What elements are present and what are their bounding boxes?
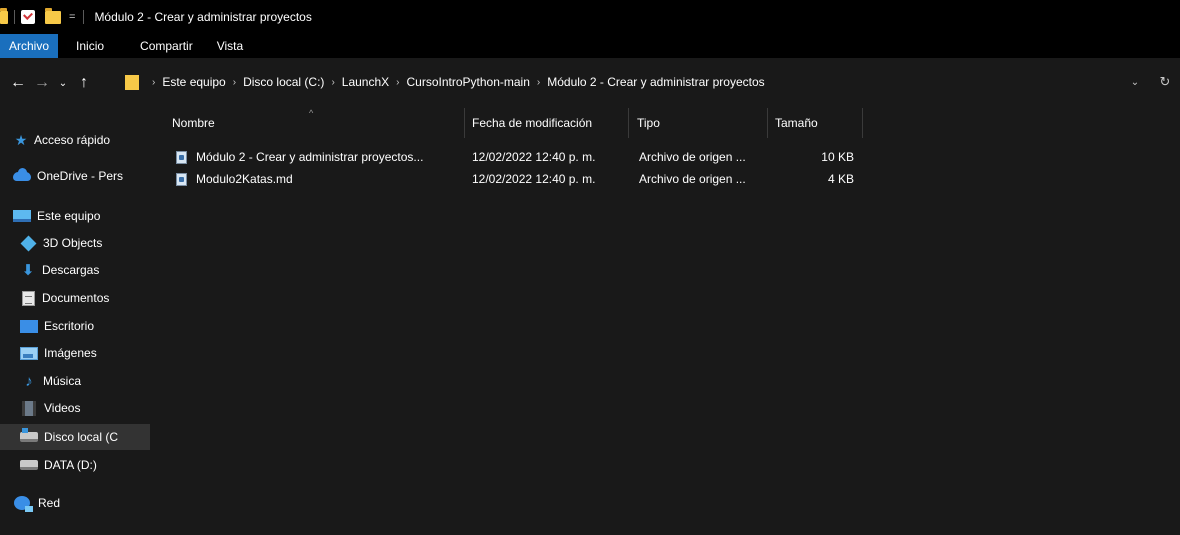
sidebar-item-label: Documentos	[42, 291, 110, 305]
sidebar-item-imagenes[interactable]: Imágenes	[0, 340, 150, 366]
document-icon	[22, 290, 35, 306]
file-modified: 12/02/2022 12:40 p. m.	[472, 172, 596, 186]
column-header-tamano[interactable]: Tamaño	[769, 108, 861, 138]
title-divider	[83, 10, 85, 24]
breadcrumb-launchx[interactable]: LaunchX	[342, 75, 389, 89]
sidebar-item-label: Acceso rápido	[34, 133, 111, 147]
address-bar[interactable]: › Este equipo › Disco local (C:) › Launc…	[125, 69, 1125, 95]
column-divider[interactable]	[464, 108, 465, 138]
sidebar-item-red[interactable]: Red	[0, 490, 150, 516]
sidebar-item-documentos[interactable]: Documentos	[0, 285, 150, 311]
sidebar-item-label: Música	[43, 374, 82, 388]
file-list-view: ^ Nombre Fecha de modificación Tipo Tama…	[150, 108, 1180, 535]
sidebar-item-label: DATA (D:)	[44, 458, 97, 472]
address-history-dropdown[interactable]: ⌄	[1120, 77, 1150, 88]
sidebar-item-data-d[interactable]: DATA (D:)	[0, 452, 150, 478]
table-row[interactable]: Módulo 2 - Crear y administrar proyectos…	[150, 146, 870, 168]
navigation-bar: ← → ⌄ ↑ › Este equipo › Disco local (C:)…	[0, 58, 1180, 108]
up-button[interactable]: ↑	[72, 68, 96, 98]
sidebar-item-videos[interactable]: Videos	[0, 395, 150, 421]
properties-check-icon[interactable]	[21, 10, 35, 24]
forward-button[interactable]: →	[30, 68, 54, 98]
file-name-cell: Módulo 2 - Crear y administrar proyectos…	[176, 146, 466, 168]
sidebar-item-3d-objects[interactable]: 3D Objects	[0, 230, 150, 256]
cube-icon	[20, 235, 37, 251]
refresh-icon[interactable]: ↻	[1150, 74, 1180, 90]
computer-icon	[13, 210, 31, 222]
column-header-nombre[interactable]: Nombre	[166, 108, 464, 138]
column-headers: ^ Nombre Fecha de modificación Tipo Tama…	[150, 108, 1180, 138]
breadcrumb-disco-local[interactable]: Disco local (C:)	[243, 75, 324, 89]
video-icon	[22, 400, 36, 416]
quick-access-dropdown[interactable]: =	[69, 11, 75, 23]
source-file-icon	[176, 150, 187, 164]
toolbar-divider	[14, 10, 15, 24]
network-icon	[14, 496, 33, 512]
drive-icon	[20, 428, 38, 442]
sidebar-item-musica[interactable]: ♪ Música	[0, 368, 150, 394]
breadcrumb-cursointropython[interactable]: CursoIntroPython-main	[407, 75, 530, 89]
table-row[interactable]: Modulo2Katas.md 12/02/2022 12:40 p. m. A…	[150, 168, 870, 190]
music-icon: ♪	[25, 372, 33, 390]
breadcrumb-separator[interactable]: ›	[396, 77, 399, 88]
sidebar-item-disco-local[interactable]: Disco local (C	[0, 424, 150, 450]
breadcrumb-separator[interactable]: ›	[537, 77, 540, 88]
drive-icon	[20, 460, 38, 470]
tab-compartir[interactable]: Compartir	[122, 34, 211, 58]
breadcrumb-separator[interactable]: ›	[233, 77, 236, 88]
file-type: Archivo de origen ...	[639, 172, 746, 186]
cloud-icon	[13, 167, 31, 181]
source-file-icon	[176, 172, 187, 186]
window-title: Módulo 2 - Crear y administrar proyectos	[94, 10, 312, 24]
tab-inicio[interactable]: Inicio	[58, 34, 122, 58]
column-header-tipo[interactable]: Tipo	[631, 108, 767, 138]
file-size: 4 KB	[827, 172, 854, 186]
breadcrumb-separator: ›	[152, 76, 156, 88]
tab-vista[interactable]: Vista	[211, 34, 256, 58]
sidebar-item-label: 3D Objects	[43, 236, 103, 250]
folder-icon	[125, 74, 139, 90]
column-divider[interactable]	[862, 108, 863, 138]
column-divider[interactable]	[628, 108, 629, 138]
file-name: Modulo2Katas.md	[196, 172, 293, 186]
download-icon: ⬇	[21, 262, 35, 279]
desktop-icon	[20, 319, 38, 333]
title-bar: = Módulo 2 - Crear y administrar proyect…	[0, 0, 1180, 34]
address-controls: ⌄ ↻	[1120, 69, 1180, 95]
recent-locations-button[interactable]: ⌄	[54, 68, 72, 98]
ribbon-tabs: Archivo Inicio Compartir Vista	[0, 34, 1180, 58]
breadcrumb-modulo-2[interactable]: Módulo 2 - Crear y administrar proyectos	[547, 75, 764, 89]
breadcrumb-este-equipo[interactable]: Este equipo	[162, 75, 225, 89]
back-button[interactable]: ←	[6, 68, 30, 98]
navigation-pane: ★ Acceso rápido OneDrive - Pers Este equ…	[0, 108, 150, 535]
sidebar-item-escritorio[interactable]: Escritorio	[0, 313, 150, 339]
breadcrumb-separator[interactable]: ›	[331, 77, 334, 88]
sidebar-item-onedrive[interactable]: OneDrive - Pers	[0, 163, 150, 189]
file-modified: 12/02/2022 12:40 p. m.	[472, 150, 596, 164]
tab-archivo[interactable]: Archivo	[0, 34, 59, 58]
sidebar-item-acceso-rapido[interactable]: ★ Acceso rápido	[0, 127, 150, 153]
file-size: 10 KB	[821, 150, 854, 164]
file-type: Archivo de origen ...	[639, 150, 746, 164]
sidebar-item-label: Videos	[44, 401, 81, 415]
sidebar-item-label: Este equipo	[37, 209, 101, 223]
pictures-icon	[20, 346, 38, 360]
file-name-cell: Modulo2Katas.md	[176, 168, 466, 190]
sidebar-item-label: OneDrive - Pers	[37, 169, 124, 183]
sidebar-item-label: Imágenes	[44, 346, 97, 360]
sidebar-item-descargas[interactable]: ⬇ Descargas	[0, 257, 150, 283]
sidebar-item-label: Escritorio	[44, 319, 95, 333]
new-folder-icon[interactable]	[45, 7, 61, 24]
sidebar-item-label: Descargas	[42, 263, 100, 277]
sidebar-item-este-equipo[interactable]: Este equipo	[0, 203, 150, 229]
sidebar-item-label: Disco local (C	[44, 430, 119, 444]
column-divider[interactable]	[767, 108, 768, 138]
folder-icon[interactable]	[0, 7, 8, 24]
star-icon: ★	[14, 131, 28, 148]
sidebar-item-label: Red	[38, 496, 61, 510]
column-header-fecha[interactable]: Fecha de modificación	[466, 108, 628, 138]
file-name: Módulo 2 - Crear y administrar proyectos…	[196, 150, 424, 164]
